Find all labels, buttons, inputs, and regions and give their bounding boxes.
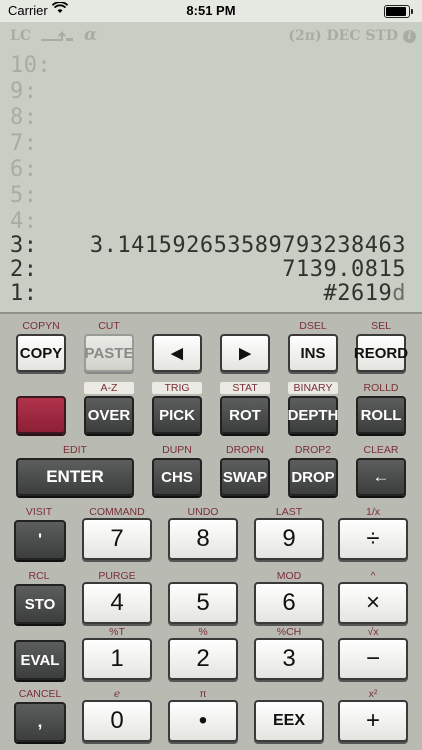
multiply-button[interactable]: × bbox=[338, 582, 408, 624]
keypad: COPYN CUT DSEL SEL COPY PASTE ◀ ▶ INS RE… bbox=[0, 314, 422, 750]
label-cancel: CANCEL bbox=[18, 688, 62, 700]
backspace-button[interactable]: ← bbox=[356, 458, 406, 496]
stack-level-3[interactable]: 3: 3.14159265358979323846З bbox=[10, 234, 406, 258]
label-clear: CLEAR bbox=[363, 444, 399, 456]
label-percent-total: %T bbox=[109, 626, 125, 638]
subtract-button[interactable]: − bbox=[338, 638, 408, 680]
depth-button[interactable]: DEPTH bbox=[288, 396, 338, 434]
digit-8-button[interactable]: 8 bbox=[168, 518, 238, 560]
label-drop2: DROP2 bbox=[294, 444, 332, 456]
label-cut: CUT bbox=[98, 320, 120, 332]
label-sqrt: √x bbox=[367, 626, 379, 638]
label-mod: MOD bbox=[276, 570, 302, 582]
label-rcl: RCL bbox=[28, 570, 50, 582]
eex-button[interactable]: EEX bbox=[254, 700, 324, 742]
label-last: LAST bbox=[275, 506, 303, 518]
digit-5-button[interactable]: 5 bbox=[168, 582, 238, 624]
label-square: x² bbox=[368, 688, 378, 700]
cursor-right-button[interactable]: ▶ bbox=[220, 334, 270, 372]
battery-icon bbox=[384, 5, 413, 18]
swap-button[interactable]: SWAP bbox=[220, 458, 270, 496]
annunciator-lc: LC bbox=[10, 28, 31, 44]
add-button[interactable]: + bbox=[338, 700, 408, 742]
label-edit: EDIT bbox=[63, 444, 87, 456]
ins-button[interactable]: INS bbox=[288, 334, 338, 372]
divide-button[interactable]: ÷ bbox=[338, 518, 408, 560]
digit-6-button[interactable]: 6 bbox=[254, 582, 324, 624]
digit-3-button[interactable]: 3 bbox=[254, 638, 324, 680]
label-stat: STAT bbox=[220, 382, 270, 394]
stack-level-4: 4: bbox=[10, 209, 38, 234]
label-power: ^ bbox=[370, 570, 376, 582]
digit-1-button[interactable]: 1 bbox=[82, 638, 152, 680]
label-sel: SEL bbox=[371, 320, 391, 332]
clock: 8:51 PM bbox=[186, 3, 236, 18]
label-dropn: DROPN bbox=[226, 444, 264, 456]
stack-level-8: 8: bbox=[10, 105, 38, 130]
chs-button[interactable]: CHS bbox=[152, 458, 202, 496]
digit-4-button[interactable]: 4 bbox=[82, 582, 152, 624]
stack-level-5: 5: bbox=[10, 183, 38, 208]
enter-button[interactable]: ENTER bbox=[16, 458, 134, 496]
label-command: COMMAND bbox=[89, 506, 145, 518]
label-binary: BINARY bbox=[288, 382, 338, 394]
annunciator-mode: (2π) DEC STD bbox=[288, 28, 398, 44]
lcd-display[interactable]: LC α (2π) DEC STD i 10: 9: 8: 7: 6: 5: 4… bbox=[0, 22, 422, 314]
stack-level-9: 9: bbox=[10, 79, 38, 104]
status-bar: Carrier 8:51 PM bbox=[0, 0, 422, 22]
sto-button[interactable]: STO bbox=[14, 584, 66, 624]
stack-level-10: 10: bbox=[10, 53, 52, 78]
paste-button[interactable]: PASTE bbox=[84, 334, 134, 372]
label-purge: PURGE bbox=[98, 570, 136, 582]
label-trig: TRIG bbox=[152, 382, 202, 394]
label-pi: π bbox=[199, 688, 207, 700]
copy-button[interactable]: COPY bbox=[16, 334, 66, 372]
eval-button[interactable]: EVAL bbox=[14, 640, 66, 680]
label-undo: UNDO bbox=[187, 506, 219, 518]
digit-0-button[interactable]: 0 bbox=[82, 700, 152, 742]
label-percent: % bbox=[198, 626, 208, 638]
stack-level-1[interactable]: 1: #2619d bbox=[10, 282, 406, 306]
label-inverse: 1/x bbox=[365, 506, 380, 518]
stack-level-7: 7: bbox=[10, 131, 38, 156]
digit-9-button[interactable]: 9 bbox=[254, 518, 324, 560]
label-copyn: COPYN bbox=[22, 320, 60, 332]
label-dsel: DSEL bbox=[299, 320, 327, 332]
label-visit: VISIT bbox=[25, 506, 53, 518]
annunciator-alpha: α bbox=[84, 25, 98, 45]
comma-button[interactable]: , bbox=[14, 702, 66, 742]
over-button[interactable]: OVER bbox=[84, 396, 134, 434]
roll-button[interactable]: ROLL bbox=[356, 396, 406, 434]
digit-7-button[interactable]: 7 bbox=[82, 518, 152, 560]
label-dupn: DUPN bbox=[162, 444, 192, 456]
label-a-z: A-Z bbox=[84, 382, 134, 394]
label-rolld: ROLLD bbox=[363, 382, 399, 394]
shift-button[interactable] bbox=[16, 396, 66, 434]
reord-button[interactable]: REORD bbox=[354, 334, 408, 372]
stack-level-2[interactable]: 2: 7139.0815 bbox=[10, 258, 406, 282]
label-e: e bbox=[113, 688, 121, 700]
decimal-point-button[interactable]: • bbox=[168, 700, 238, 742]
rot-button[interactable]: ROT bbox=[220, 396, 270, 434]
drop-button[interactable]: DROP bbox=[288, 458, 338, 496]
label-percent-change: %CH bbox=[276, 626, 302, 638]
pick-button[interactable]: PICK bbox=[152, 396, 202, 434]
stack-level-6: 6: bbox=[10, 157, 38, 182]
info-icon[interactable]: i bbox=[403, 30, 416, 43]
digit-2-button[interactable]: 2 bbox=[168, 638, 238, 680]
shift-arrow-icon bbox=[40, 30, 74, 42]
cursor-left-button[interactable]: ◀ bbox=[152, 334, 202, 372]
quote-button[interactable]: ' bbox=[14, 520, 66, 560]
